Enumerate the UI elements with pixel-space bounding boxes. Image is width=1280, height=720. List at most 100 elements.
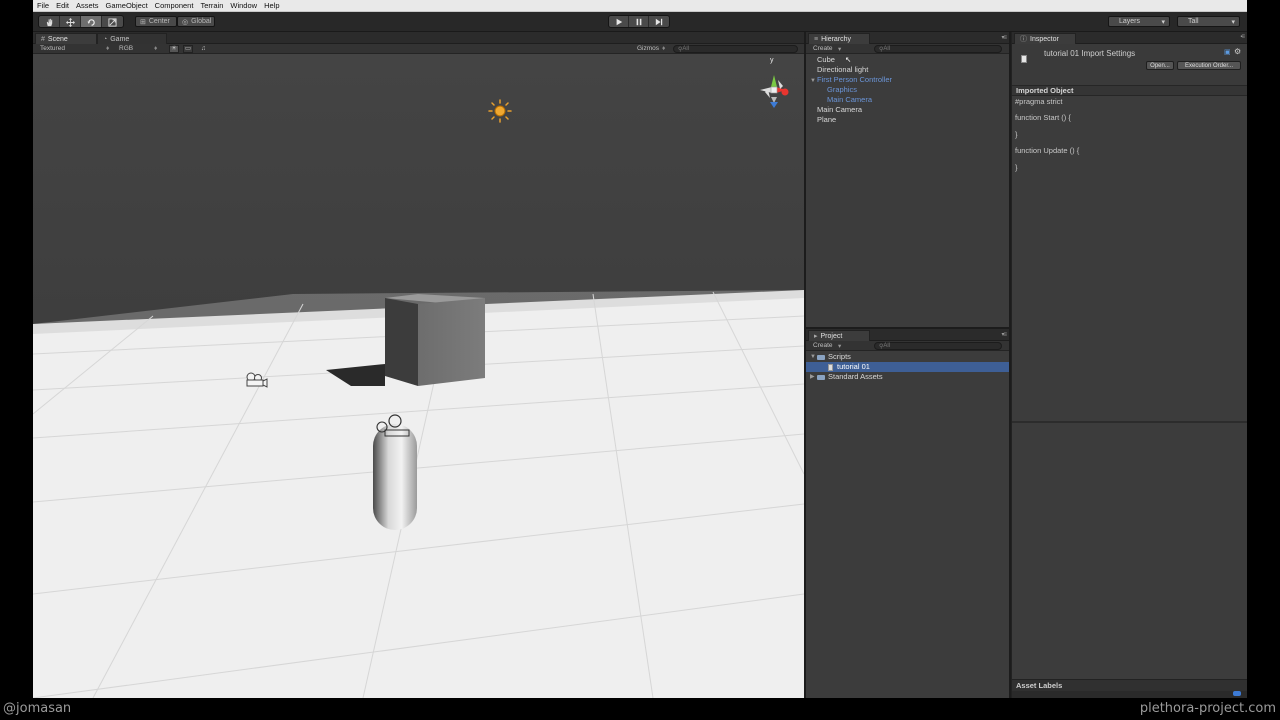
menu-help[interactable]: Help	[264, 1, 279, 10]
list-item-label: tutorial 01	[837, 362, 870, 371]
sun-icon[interactable]	[488, 99, 512, 123]
space-toggle[interactable]: ◎ Global	[177, 16, 215, 27]
project-create-button[interactable]: Create	[813, 342, 833, 349]
step-button[interactable]	[649, 16, 669, 27]
list-item-label: Main Camera	[817, 105, 863, 114]
list-item[interactable]: ▶ Standard Assets	[806, 372, 1009, 382]
tab-hierarchy-label: Hierarchy	[821, 35, 852, 43]
scale-tool-button[interactable]	[102, 16, 123, 27]
hand-tool-button[interactable]	[39, 16, 60, 27]
lock-icon[interactable]: ▪≡	[1240, 34, 1245, 40]
list-item-label: First Person Controller	[817, 75, 893, 84]
gizmo-y-label: y	[770, 57, 774, 64]
move-tool-button[interactable]	[60, 16, 81, 27]
code-line: function Update () {	[1015, 146, 1080, 156]
list-item[interactable]: Main Camera	[806, 105, 1009, 115]
rotate-icon	[86, 18, 95, 26]
play-button[interactable]	[609, 16, 629, 27]
menu-window[interactable]: Window	[230, 1, 257, 10]
gizmos-dropdown[interactable]: Gizmos	[637, 45, 659, 52]
list-item[interactable]: Graphics	[806, 85, 1009, 95]
menu-edit[interactable]: Edit	[56, 1, 69, 10]
hierarchy-search-input[interactable]: ⚲ All	[874, 45, 1002, 53]
folder-icon	[817, 374, 825, 380]
list-item[interactable]: tutorial 01	[806, 362, 1009, 372]
menu-terrain[interactable]: Terrain	[200, 1, 223, 10]
info-icon: ⓘ	[1020, 36, 1027, 43]
status-icon	[1233, 691, 1241, 696]
inspector-footer	[1012, 691, 1247, 698]
step-icon	[655, 18, 663, 26]
expand-arrow-icon[interactable]: ▼	[810, 76, 817, 86]
menu-gameobject[interactable]: GameObject	[106, 1, 148, 10]
render-mode-dropdown[interactable]: RGB	[119, 45, 133, 52]
layers-dropdown[interactable]: Layers ▾	[1108, 16, 1170, 27]
tab-scene-label: Scene	[47, 35, 68, 43]
list-item-label: Directional light	[817, 65, 869, 74]
cube-side	[385, 298, 418, 386]
hierarchy-toolbar: Create ▾ ⚲ All	[806, 44, 1009, 54]
collapse-arrow-icon[interactable]: ▶	[810, 372, 817, 382]
scene-viewport[interactable]: y	[33, 54, 804, 698]
panel-menu-icon[interactable]: ▾≡	[1001, 34, 1006, 41]
pivot-toggle[interactable]: ⊞ Center	[135, 16, 177, 27]
expand-arrow-icon[interactable]: ▼	[810, 352, 817, 362]
hierarchy-tabbar: ≡ Hierarchy ▾≡	[806, 32, 1009, 44]
list-item[interactable]: ▼First Person Controller	[806, 75, 1009, 85]
project-tabbar: ▸ Project ▾≡	[806, 329, 1009, 341]
list-item[interactable]: Main Camera	[806, 95, 1009, 105]
project-search-input[interactable]: ⚲ All	[874, 342, 1002, 350]
site-watermark: plethora-project.com	[1139, 701, 1276, 716]
list-item-label: Cube	[817, 55, 835, 64]
tab-game[interactable]: ◔ Game	[97, 33, 167, 44]
scene-search-input[interactable]: ⚲ All	[673, 45, 798, 53]
code-line: }	[1015, 129, 1018, 139]
menu-component[interactable]: Component	[155, 1, 194, 10]
menu-file[interactable]: File	[37, 1, 49, 10]
tab-inspector[interactable]: ⓘ Inspector	[1014, 33, 1076, 44]
author-watermark: @jomasan	[3, 701, 72, 716]
hierarchy-create-button[interactable]: Create	[813, 45, 833, 52]
layers-label: Layers	[1119, 18, 1141, 25]
list-item[interactable]: Plane	[806, 115, 1009, 125]
rotate-tool-button[interactable]	[81, 16, 102, 27]
script-source-view: #pragma strict function Start () { } fun…	[1015, 97, 1080, 172]
list-item[interactable]: Directional light	[806, 65, 1009, 75]
tab-scene[interactable]: # Scene	[35, 33, 97, 44]
pause-button[interactable]	[629, 16, 649, 27]
capsule-controller[interactable]	[373, 424, 417, 530]
settings-gear-icon[interactable]: ⚙	[1234, 47, 1241, 56]
inspector-tabbar: ⓘ Inspector ▪≡	[1012, 32, 1247, 44]
image-toggle-icon[interactable]: ▭	[183, 45, 193, 53]
open-button[interactable]: Open...	[1146, 61, 1174, 70]
menu-assets[interactable]: Assets	[76, 1, 99, 10]
code-line: #pragma strict	[1015, 97, 1063, 106]
imported-object-header: Imported Object	[1012, 86, 1247, 96]
list-item-label: Standard Assets	[828, 372, 883, 381]
pivot-icon: ⊞	[140, 18, 146, 26]
play-icon	[616, 18, 622, 26]
tab-hierarchy[interactable]: ≡ Hierarchy	[808, 33, 870, 44]
list-item[interactable]: Cube ↖	[806, 55, 1009, 65]
help-icon[interactable]: ▣	[1224, 48, 1231, 56]
lighting-toggle-icon[interactable]: ☀	[169, 45, 179, 53]
scale-icon	[108, 17, 117, 27]
dropdown-arrow-icon: ♦	[154, 45, 158, 52]
tab-project[interactable]: ▸ Project	[808, 330, 870, 341]
execution-order-button[interactable]: Execution Order...	[1177, 61, 1241, 70]
shading-dropdown[interactable]: Textured	[40, 45, 65, 52]
toolbar: ⊞ Center ◎ Global Layers ▾ Tall ▾	[33, 12, 1247, 32]
layout-dropdown[interactable]: Tall ▾	[1177, 16, 1240, 27]
tab-inspector-label: Inspector	[1030, 35, 1059, 43]
panel-menu-icon[interactable]: ▾≡	[1001, 331, 1006, 338]
list-item[interactable]: ▼ Scripts	[806, 352, 1009, 362]
scene-tabbar: # Scene ◔ Game	[33, 32, 804, 44]
dropdown-arrow-icon: ▾	[1231, 18, 1235, 26]
project-search-placeholder: All	[883, 343, 891, 349]
audio-toggle-icon[interactable]: ♫	[201, 45, 206, 52]
asset-labels-header: Asset Labels	[1012, 679, 1247, 691]
cube-front[interactable]	[418, 298, 485, 386]
tab-project-label: Project	[820, 332, 843, 340]
list-item-label: Graphics	[827, 85, 858, 94]
